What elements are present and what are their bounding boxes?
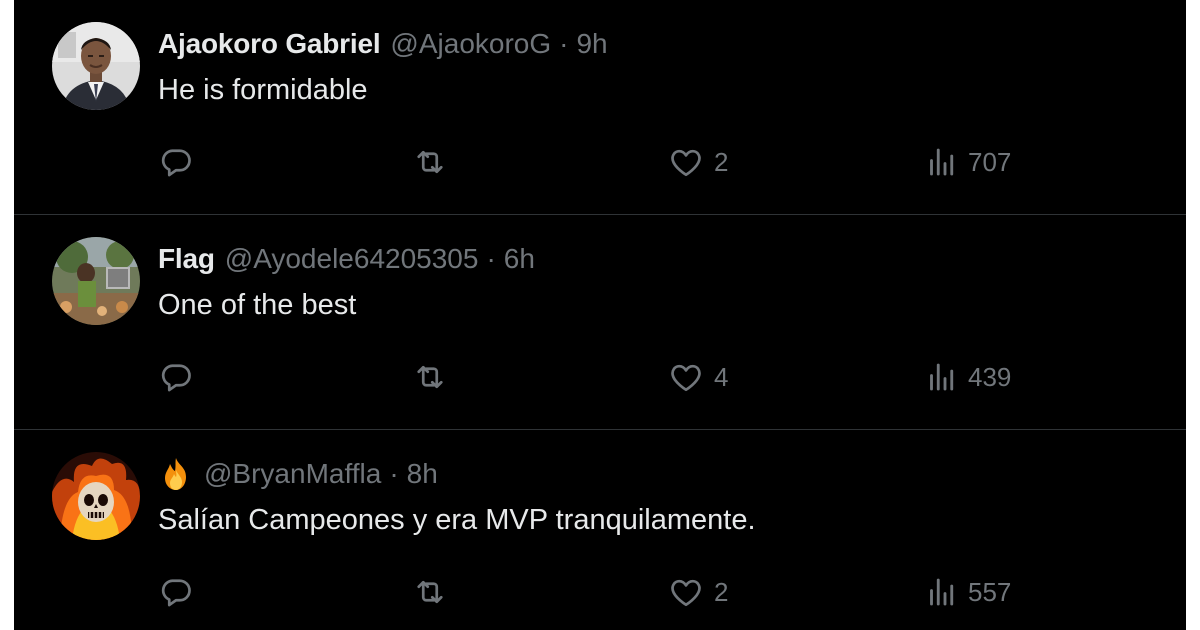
views-icon (924, 359, 960, 395)
heart-icon (668, 574, 704, 610)
repost-icon (412, 574, 448, 610)
reply-icon (158, 359, 194, 395)
reply-post[interactable]: Ajaokoro Gabriel @AjaokoroG · 9h He is f… (14, 0, 1186, 215)
separator-dot: · (389, 458, 399, 489)
heart-icon (668, 359, 704, 395)
like-count: 2 (714, 576, 729, 607)
like-button[interactable]: 2 (668, 572, 728, 612)
post-text: One of the best (158, 289, 357, 321)
post-time[interactable]: 6h (504, 243, 535, 275)
post-text: He is formidable (158, 74, 368, 106)
action-bar: 2 557 (158, 572, 1038, 612)
repost-button[interactable] (412, 142, 448, 182)
view-count: 557 (968, 576, 1012, 607)
views-button[interactable]: 557 (924, 572, 1011, 612)
reply-button[interactable] (158, 142, 194, 182)
like-button[interactable]: 2 (668, 142, 728, 182)
view-count: 707 (968, 146, 1012, 177)
post-text: Salían Campeones y era MVP tranquilament… (158, 504, 756, 536)
user-handle[interactable]: @AjaokoroG (390, 28, 551, 60)
display-name[interactable]: Ajaokoro Gabriel (158, 28, 381, 60)
action-bar: 4 439 (158, 357, 1038, 397)
reply-icon (158, 574, 194, 610)
post-time[interactable]: 8h (407, 458, 438, 490)
user-handle[interactable]: @BryanMaffla (204, 458, 381, 490)
post-time[interactable]: 9h (576, 28, 607, 60)
heart-icon (668, 144, 704, 180)
reply-post[interactable]: Flag @Ayodele64205305 · 6h One of the be… (14, 215, 1186, 430)
separator-dot: · (559, 28, 569, 59)
replies-feed: Ajaokoro Gabriel @AjaokoroG · 9h He is f… (14, 0, 1186, 630)
like-button[interactable]: 4 (668, 357, 728, 397)
views-button[interactable]: 707 (924, 142, 1011, 182)
repost-icon (412, 144, 448, 180)
avatar[interactable] (52, 452, 140, 540)
views-icon (924, 574, 960, 610)
fire-emoji-icon[interactable] (158, 456, 194, 492)
action-bar: 2 707 (158, 142, 1038, 182)
like-count: 4 (714, 361, 729, 392)
reply-post[interactable]: @BryanMaffla · 8h Salían Campeones y era… (14, 430, 1186, 630)
reply-button[interactable] (158, 357, 194, 397)
post-header: Flag @Ayodele64205305 · 6h (158, 241, 535, 277)
views-icon (924, 144, 960, 180)
repost-icon (412, 359, 448, 395)
avatar[interactable] (52, 237, 140, 325)
post-header: Ajaokoro Gabriel @AjaokoroG · 9h (158, 26, 608, 62)
avatar[interactable] (52, 22, 140, 110)
view-count: 439 (968, 361, 1012, 392)
repost-button[interactable] (412, 572, 448, 612)
separator-dot: · (486, 243, 496, 274)
post-header: @BryanMaffla · 8h (158, 456, 438, 492)
repost-button[interactable] (412, 357, 448, 397)
reply-button[interactable] (158, 572, 194, 612)
views-button[interactable]: 439 (924, 357, 1011, 397)
user-handle[interactable]: @Ayodele64205305 (225, 243, 479, 275)
like-count: 2 (714, 146, 729, 177)
reply-icon (158, 144, 194, 180)
display-name[interactable]: Flag (158, 243, 215, 275)
